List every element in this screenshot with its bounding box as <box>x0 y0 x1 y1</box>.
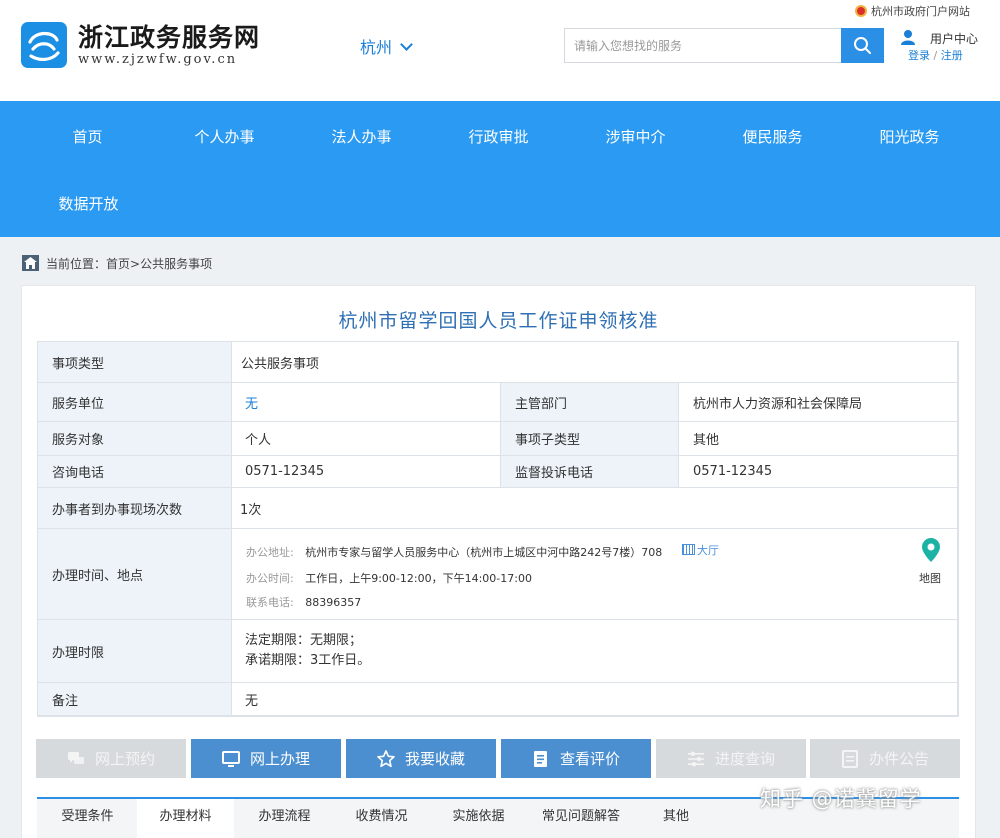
nav-item-convenience[interactable]: 便民服务 <box>704 126 841 147</box>
search-button[interactable] <box>841 28 884 63</box>
dept-value: 杭州市人力资源和社会保障局 <box>679 383 958 422</box>
breadcrumb-separator: > <box>130 257 141 271</box>
site-url: www.zjzwfw.gov.cn <box>78 52 238 67</box>
breadcrumb-current[interactable]: 公共服务事项 <box>140 257 212 271</box>
home-icon <box>22 255 39 271</box>
type-value: 公共服务事项 <box>232 342 958 383</box>
office-contact-value: 88396357 <box>305 596 362 609</box>
online-appointment-label: 网上预约 <box>94 750 155 768</box>
city-name: 杭州 <box>360 38 393 57</box>
main-nav: 首页 个人办事 法人办事 行政审批 涉审中介 便民服务 阳光政务 数据开放 <box>0 101 1000 237</box>
remark-value: 无 <box>232 683 958 716</box>
favorite-label: 我要收藏 <box>404 750 465 768</box>
limit-value: 法定期限：无期限； 承诺期限：3工作日。 <box>232 620 958 683</box>
breadcrumb-prefix: 当前位置： <box>46 257 107 271</box>
watermark: 知乎 @诺冀留学 <box>760 787 922 811</box>
search-field[interactable] <box>564 28 842 63</box>
user-center-link[interactable]: 用户中心 <box>930 30 978 47</box>
nav-item-home[interactable]: 首页 <box>19 126 156 147</box>
hall-link[interactable]: 大厅 <box>682 542 719 558</box>
login-link[interactable]: 登录 <box>908 49 930 62</box>
breadcrumb: 当前位置：首页>公共服务事项 <box>46 255 212 272</box>
timeplace-label: 办理时间、地点 <box>38 529 232 620</box>
nav-item-intermediary[interactable]: 涉审中介 <box>567 126 704 147</box>
tab-legal-basis[interactable]: 实施依据 <box>436 799 521 838</box>
complaint-label: 监督投诉电话 <box>501 456 679 488</box>
subtype-value: 其他 <box>679 422 958 456</box>
sliders-icon <box>687 751 704 766</box>
city-selector[interactable]: 杭州 <box>360 34 413 58</box>
unit-label: 服务单位 <box>38 383 232 422</box>
register-link[interactable]: 注册 <box>941 49 963 62</box>
office-address-value: 杭州市专家与留学人员服务中心（杭州市上城区中河中路242号7楼）708 <box>305 546 663 559</box>
office-hours-key: 办公时间: <box>246 572 294 585</box>
tab-faq[interactable]: 常见问题解答 <box>531 799 631 838</box>
nav-item-personal[interactable]: 个人办事 <box>156 126 293 147</box>
visits-value: 1次 <box>232 488 958 529</box>
hall-label: 大厅 <box>697 544 719 557</box>
search-input[interactable] <box>565 29 842 62</box>
monitor-icon <box>221 750 240 767</box>
search-icon <box>854 37 871 54</box>
document-icon <box>533 750 547 767</box>
office-contact-key: 联系电话: <box>246 596 294 609</box>
remark-label: 备注 <box>38 683 232 716</box>
target-label: 服务对象 <box>38 422 232 456</box>
office-contact: 联系电话: 88396357 <box>246 594 361 610</box>
tab-acceptance-conditions[interactable]: 受理条件 <box>45 799 130 838</box>
tab-fees[interactable]: 收费情况 <box>339 799 424 838</box>
site-header: 浙江政务服务网 www.zjzwfw.gov.cn 杭州 杭州市政府门户网站 用… <box>0 0 1000 101</box>
site-name[interactable]: 浙江政务服务网 <box>78 18 260 54</box>
office-hours: 办公时间: 工作日，上午9:00-12:00，下午14:00-17:00 <box>246 570 532 586</box>
online-appointment-button[interactable]: 网上预约 <box>36 739 186 778</box>
nav-item-open-data[interactable]: 数据开放 <box>20 193 157 214</box>
progress-query-label: 进度查询 <box>714 750 775 768</box>
dept-label: 主管部门 <box>501 383 679 422</box>
nav-item-transparency[interactable]: 阳光政务 <box>841 126 978 147</box>
login-register-separator: / <box>933 49 938 62</box>
login-register: 登录 / 注册 <box>908 47 963 63</box>
target-value: 个人 <box>232 422 501 456</box>
visits-label: 办事者到办事现场次数 <box>38 488 232 529</box>
map-pin-icon[interactable] <box>922 538 940 562</box>
unit-value[interactable]: 无 <box>232 383 501 422</box>
favorite-button[interactable]: 我要收藏 <box>346 739 496 778</box>
case-notice-button[interactable]: 办件公告 <box>810 739 960 778</box>
phone-value: 0571-12345 <box>232 456 501 488</box>
complaint-value: 0571-12345 <box>679 456 958 488</box>
subtype-label: 事项子类型 <box>501 422 679 456</box>
site-logo-icon[interactable] <box>21 22 67 68</box>
user-icon[interactable] <box>900 29 916 45</box>
map-link[interactable]: 地图 <box>919 570 941 586</box>
view-reviews-label: 查看评价 <box>559 750 620 768</box>
tab-other[interactable]: 其他 <box>641 799 711 838</box>
gov-portal-link[interactable]: 杭州市政府门户网站 <box>855 3 970 19</box>
notice-icon <box>841 749 858 768</box>
case-notice-label: 办件公告 <box>868 750 929 768</box>
online-handle-button[interactable]: 网上办理 <box>191 739 341 778</box>
office-hours-value: 工作日，上午9:00-12:00，下午14:00-17:00 <box>305 572 532 585</box>
page-title: 杭州市留学回国人员工作证申领核准 <box>338 310 659 332</box>
office-address-key: 办公地址: <box>246 546 294 559</box>
limit-label: 办理时限 <box>38 620 232 683</box>
online-handle-label: 网上办理 <box>249 750 310 768</box>
view-reviews-button[interactable]: 查看评价 <box>501 739 651 778</box>
national-emblem-icon <box>855 5 867 17</box>
chat-icon <box>67 751 84 764</box>
nav-item-corporate[interactable]: 法人办事 <box>293 126 430 147</box>
phone-label: 咨询电话 <box>38 456 232 488</box>
gov-portal-label: 杭州市政府门户网站 <box>871 5 970 18</box>
nav-item-approval[interactable]: 行政审批 <box>430 126 567 147</box>
breadcrumb-home[interactable]: 首页 <box>106 257 130 271</box>
progress-query-button[interactable]: 进度查询 <box>656 739 806 778</box>
limit-promise: 承诺期限：3工作日。 <box>245 653 371 668</box>
tab-materials[interactable]: 办理材料 <box>137 799 234 838</box>
limit-legal: 法定期限：无期限； <box>245 633 363 648</box>
chevron-down-icon <box>400 38 413 51</box>
office-address: 办公地址: 杭州市专家与留学人员服务中心（杭州市上城区中河中路242号7楼）70… <box>246 544 662 560</box>
building-icon <box>682 544 695 555</box>
star-icon <box>377 749 395 767</box>
tab-process[interactable]: 办理流程 <box>242 799 327 838</box>
type-label: 事项类型 <box>38 342 232 383</box>
